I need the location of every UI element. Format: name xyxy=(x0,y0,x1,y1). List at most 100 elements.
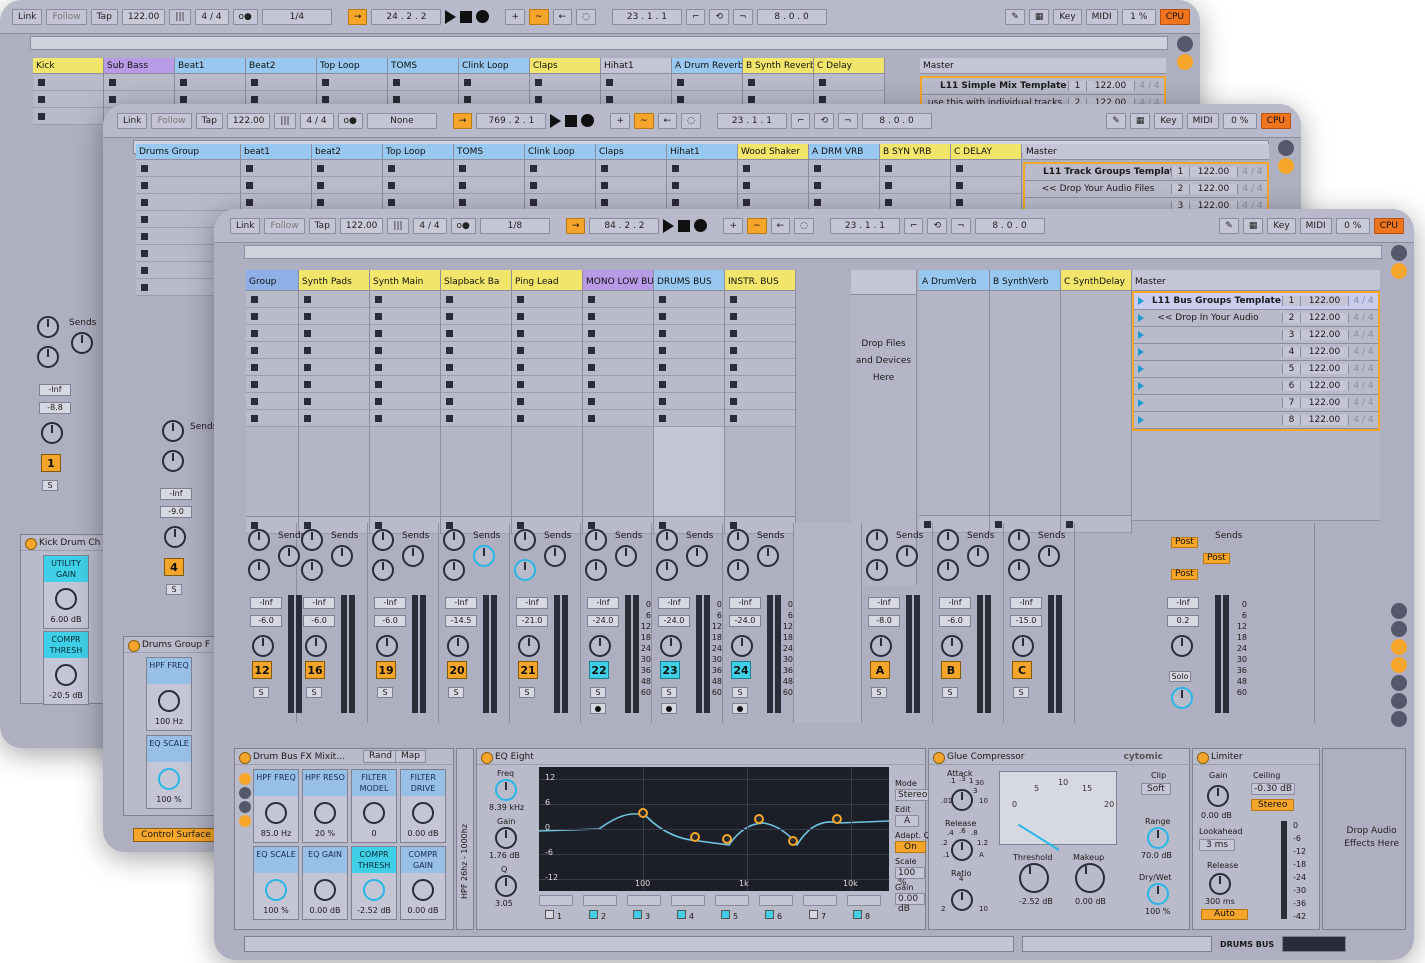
capture-icon[interactable]: ◌ xyxy=(576,8,596,25)
key-map-button[interactable]: Key xyxy=(1053,8,1082,25)
follow-arrow-icon[interactable]: → xyxy=(452,112,473,129)
clip-slot[interactable] xyxy=(246,410,298,427)
send-c-knob[interactable] xyxy=(37,346,59,368)
track-header[interactable]: Drums Group xyxy=(136,144,240,160)
band-filter-type[interactable] xyxy=(627,895,661,906)
clip-slot[interactable] xyxy=(530,74,600,91)
rack-chain-icon[interactable] xyxy=(239,773,251,785)
clip-slot[interactable] xyxy=(512,325,582,342)
send-a-knob[interactable] xyxy=(937,529,959,551)
band-filter-type[interactable] xyxy=(539,895,573,906)
send-c-knob[interactable] xyxy=(162,450,184,472)
clip-slot[interactable] xyxy=(814,74,884,91)
returns-toggle-icon[interactable] xyxy=(1391,639,1407,655)
stop-icon[interactable] xyxy=(460,10,473,23)
macro-dial[interactable] xyxy=(363,879,385,901)
tempo-field[interactable]: 122.00 xyxy=(121,8,166,25)
punch-out-icon[interactable]: ¬ xyxy=(733,8,753,25)
track-activator[interactable]: 16 xyxy=(305,661,325,679)
key-map-button[interactable]: Key xyxy=(1267,217,1296,234)
send-a-knob[interactable] xyxy=(162,420,184,442)
volume-field[interactable]: -6.0 xyxy=(939,615,971,627)
attack-knob[interactable] xyxy=(951,789,973,811)
track-header[interactable]: Beat1 xyxy=(175,58,245,74)
send-a-knob[interactable] xyxy=(727,529,749,551)
scene-tempo[interactable]: 122.00 xyxy=(1300,296,1348,306)
rack-add-icon[interactable] xyxy=(239,787,251,799)
makeup-knob[interactable] xyxy=(1075,863,1105,893)
status-track-name[interactable]: DRUMS BUS xyxy=(1220,940,1274,949)
solo-button[interactable]: S xyxy=(377,687,393,698)
volume-field[interactable]: -8.0 xyxy=(868,615,900,627)
clip-slot[interactable] xyxy=(459,74,529,91)
macro-knob[interactable]: UTILITY GAIN 6.00 dB xyxy=(43,555,89,629)
menu-icon[interactable] xyxy=(1278,140,1294,156)
scene-row[interactable]: L11 Bus Groups Template 1 122.00 4 / 4 xyxy=(1134,293,1378,310)
clip-slot[interactable] xyxy=(299,325,369,342)
limiter-release-knob[interactable] xyxy=(1209,873,1231,895)
return-track-header[interactable]: C SynthDelay xyxy=(1061,270,1131,291)
track-header[interactable]: MONO LOW BUS xyxy=(583,270,653,291)
track-header[interactable]: Claps xyxy=(596,144,666,160)
macro-dial[interactable] xyxy=(314,802,336,824)
clip-slot[interactable] xyxy=(299,342,369,359)
threshold-knob[interactable] xyxy=(1019,863,1049,893)
stereo-toggle[interactable]: Stereo xyxy=(1251,799,1295,811)
send-c-knob[interactable] xyxy=(727,559,749,581)
limiter-title[interactable]: Limiter xyxy=(1193,749,1319,765)
volume-display[interactable]: -Inf xyxy=(939,597,971,609)
send-b-knob[interactable] xyxy=(402,545,424,567)
clip-slot[interactable] xyxy=(951,160,1021,177)
clip-slot[interactable] xyxy=(512,342,582,359)
clip-slot[interactable] xyxy=(299,359,369,376)
delay-toggle-icon[interactable] xyxy=(1391,693,1407,709)
gain-knob[interactable] xyxy=(495,827,517,849)
track-header[interactable]: TOMS xyxy=(454,144,524,160)
scene-launch-icon[interactable] xyxy=(1138,382,1144,390)
limiter-gain-knob[interactable] xyxy=(1207,785,1229,807)
back-to-arrangement-icon[interactable]: ← xyxy=(552,8,573,25)
menu-icon[interactable] xyxy=(1177,36,1193,52)
stop-icon[interactable] xyxy=(678,219,691,232)
menu-icon[interactable] xyxy=(1391,245,1407,261)
scene-signature[interactable]: 4 / 4 xyxy=(1237,184,1267,194)
track-header[interactable]: Top Loop xyxy=(383,144,453,160)
clip-slot[interactable] xyxy=(441,376,511,393)
macro-dial[interactable] xyxy=(158,690,180,712)
clip-slot[interactable] xyxy=(725,308,795,325)
clip-slot[interactable] xyxy=(370,291,440,308)
send-a-knob[interactable] xyxy=(248,529,270,551)
tap-button[interactable]: Tap xyxy=(90,8,118,25)
clip-slot[interactable] xyxy=(241,177,311,194)
play-icon[interactable] xyxy=(663,218,675,233)
master-track-header[interactable]: Master xyxy=(1132,270,1380,291)
loop-length[interactable]: 8 . 0 . 0 xyxy=(974,217,1045,234)
track-header[interactable]: C Delay xyxy=(814,58,884,74)
track-header[interactable]: TOMS xyxy=(388,58,458,74)
send-b-knob[interactable] xyxy=(331,545,353,567)
eq-band-handle[interactable] xyxy=(788,836,798,846)
loop-start[interactable]: 23 . 1 . 1 xyxy=(611,8,682,25)
band-enable-checkbox[interactable] xyxy=(633,910,642,919)
punch-out-icon[interactable]: ¬ xyxy=(838,112,858,129)
clip-slot[interactable] xyxy=(525,160,595,177)
scene-signature[interactable]: 4 / 4 xyxy=(1348,415,1378,425)
clip-slot[interactable] xyxy=(654,359,724,376)
volume-display[interactable]: -Inf xyxy=(587,597,619,609)
track-header[interactable]: Group xyxy=(246,270,298,291)
send-b-knob[interactable] xyxy=(686,545,708,567)
link-button[interactable]: Link xyxy=(230,217,261,234)
track-activator[interactable]: 21 xyxy=(518,661,538,679)
send-a-knob[interactable] xyxy=(1008,529,1030,551)
clip-slot[interactable] xyxy=(809,160,879,177)
punch-out-icon[interactable]: ¬ xyxy=(951,217,971,234)
clip-slot[interactable] xyxy=(654,376,724,393)
track-activator[interactable]: B xyxy=(941,661,961,679)
pan-knob[interactable] xyxy=(731,635,753,657)
macro-knob[interactable]: COMPR THRESH -2.52 dB xyxy=(351,846,397,920)
scene-signature[interactable]: 4 / 4 xyxy=(1348,364,1378,374)
scene-launch-icon[interactable] xyxy=(1138,314,1144,322)
macro-knob[interactable]: COMPR THRESH -20.5 dB xyxy=(43,631,89,705)
band-filter-type[interactable] xyxy=(715,895,749,906)
clip-slot[interactable] xyxy=(512,410,582,427)
